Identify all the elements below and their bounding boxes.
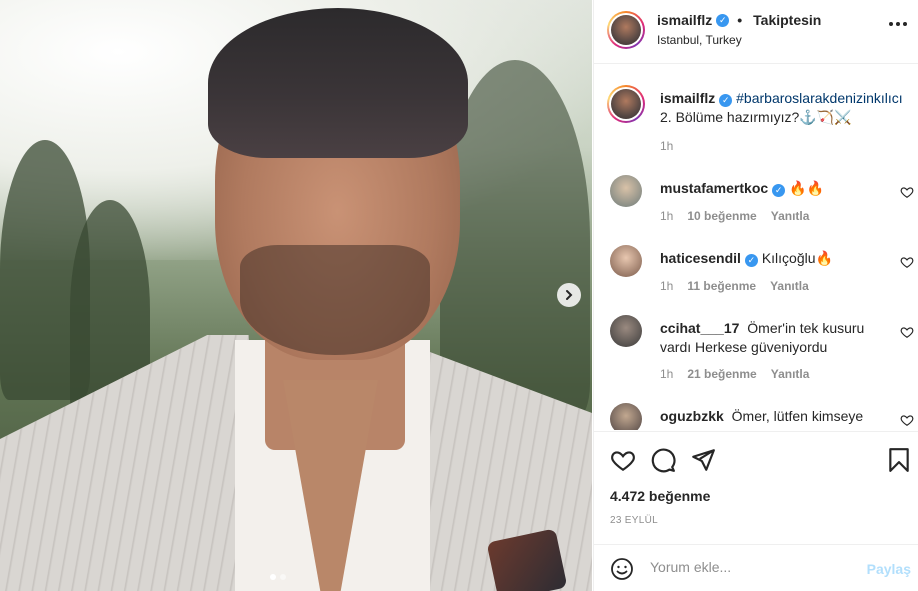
post-comment-button[interactable]: Paylaş bbox=[867, 561, 911, 577]
verified-badge-icon: ✓ bbox=[744, 254, 758, 267]
more-horizontal-icon[interactable] bbox=[889, 22, 907, 26]
comment-time: 1h bbox=[660, 209, 674, 223]
add-comment-bar: Paylaş bbox=[594, 544, 918, 591]
chevron-right-icon bbox=[566, 290, 573, 300]
caption-time: 1h bbox=[660, 139, 674, 153]
comment-time: 1h bbox=[660, 367, 674, 381]
comment-reply-button[interactable]: Yanıtla bbox=[771, 209, 810, 223]
comment-heart-icon[interactable] bbox=[900, 185, 914, 199]
caption-text: 2. Bölüme hazırmıyız?⚓️🏹⚔️ bbox=[660, 109, 852, 125]
photo-hair bbox=[208, 8, 468, 158]
comment-username[interactable]: ccihat___17 bbox=[660, 320, 739, 336]
caption-avatar[interactable] bbox=[607, 85, 645, 123]
post-date: 23 EYLÜL bbox=[610, 515, 658, 526]
photo-beard bbox=[240, 245, 430, 355]
comment-likes[interactable]: 10 beğenme bbox=[687, 209, 756, 223]
comment-reply-button[interactable]: Yanıtla bbox=[770, 279, 809, 293]
caption-username[interactable]: ismailflz bbox=[660, 90, 715, 106]
heart-icon[interactable] bbox=[610, 447, 636, 473]
carousel-dots bbox=[270, 574, 286, 580]
send-icon[interactable] bbox=[690, 447, 716, 473]
author-username[interactable]: ismailflz bbox=[657, 12, 712, 28]
comment-heart-icon[interactable] bbox=[900, 325, 914, 339]
comment-time: 1h bbox=[660, 279, 674, 293]
caption-hashtag[interactable]: #barbaroslarakdenizinkılıcı bbox=[736, 90, 903, 106]
comment-likes[interactable]: 21 beğenme bbox=[687, 367, 756, 381]
comment-likes[interactable]: 11 beğenme bbox=[687, 279, 756, 293]
comment-avatar[interactable] bbox=[610, 245, 642, 277]
comment-heart-icon[interactable] bbox=[900, 255, 914, 269]
comment-username[interactable]: mustafamertkoc bbox=[660, 180, 768, 196]
comment-avatar[interactable] bbox=[610, 175, 642, 207]
comment-input[interactable] bbox=[650, 559, 850, 575]
carousel-dot bbox=[280, 574, 286, 580]
post-location[interactable]: Istanbul, Turkey bbox=[657, 33, 742, 47]
bookmark-icon[interactable] bbox=[887, 447, 911, 473]
comment-username[interactable]: oguzbzkk bbox=[660, 408, 724, 424]
comment-avatar[interactable] bbox=[610, 315, 642, 347]
comment-text: 🔥🔥 bbox=[789, 180, 824, 196]
carousel-dot bbox=[270, 574, 276, 580]
comment-icon[interactable] bbox=[650, 447, 676, 473]
post-header: ismailflz ✓ • Takiptesin Istanbul, Turke… bbox=[594, 0, 918, 64]
author-avatar[interactable] bbox=[607, 11, 645, 49]
comment-username[interactable]: haticesendil bbox=[660, 250, 741, 266]
header-separator: • bbox=[737, 12, 743, 28]
verified-badge-icon: ✓ bbox=[719, 94, 733, 107]
comment-heart-icon[interactable] bbox=[900, 413, 914, 427]
post-photo[interactable] bbox=[0, 0, 592, 591]
verified-badge-icon: ✓ bbox=[716, 13, 730, 27]
follow-status-button[interactable]: Takiptesin bbox=[753, 12, 821, 28]
post-details-panel: ismailflz ✓ • Takiptesin Istanbul, Turke… bbox=[593, 0, 918, 591]
post-action-bar bbox=[594, 431, 918, 479]
smiley-icon[interactable] bbox=[610, 557, 634, 581]
comments-list[interactable]: ismailflz ✓ #barbaroslarakdenizinkılıcı 2… bbox=[594, 65, 918, 430]
likes-count[interactable]: 4.472 beğenme bbox=[610, 488, 710, 504]
comment-avatar[interactable] bbox=[610, 403, 642, 430]
comment-reply-button[interactable]: Yanıtla bbox=[771, 367, 810, 381]
comment-text: Kılıçoğlu🔥 bbox=[761, 250, 833, 266]
verified-badge-icon: ✓ bbox=[772, 184, 786, 197]
next-slide-button[interactable] bbox=[557, 283, 581, 307]
